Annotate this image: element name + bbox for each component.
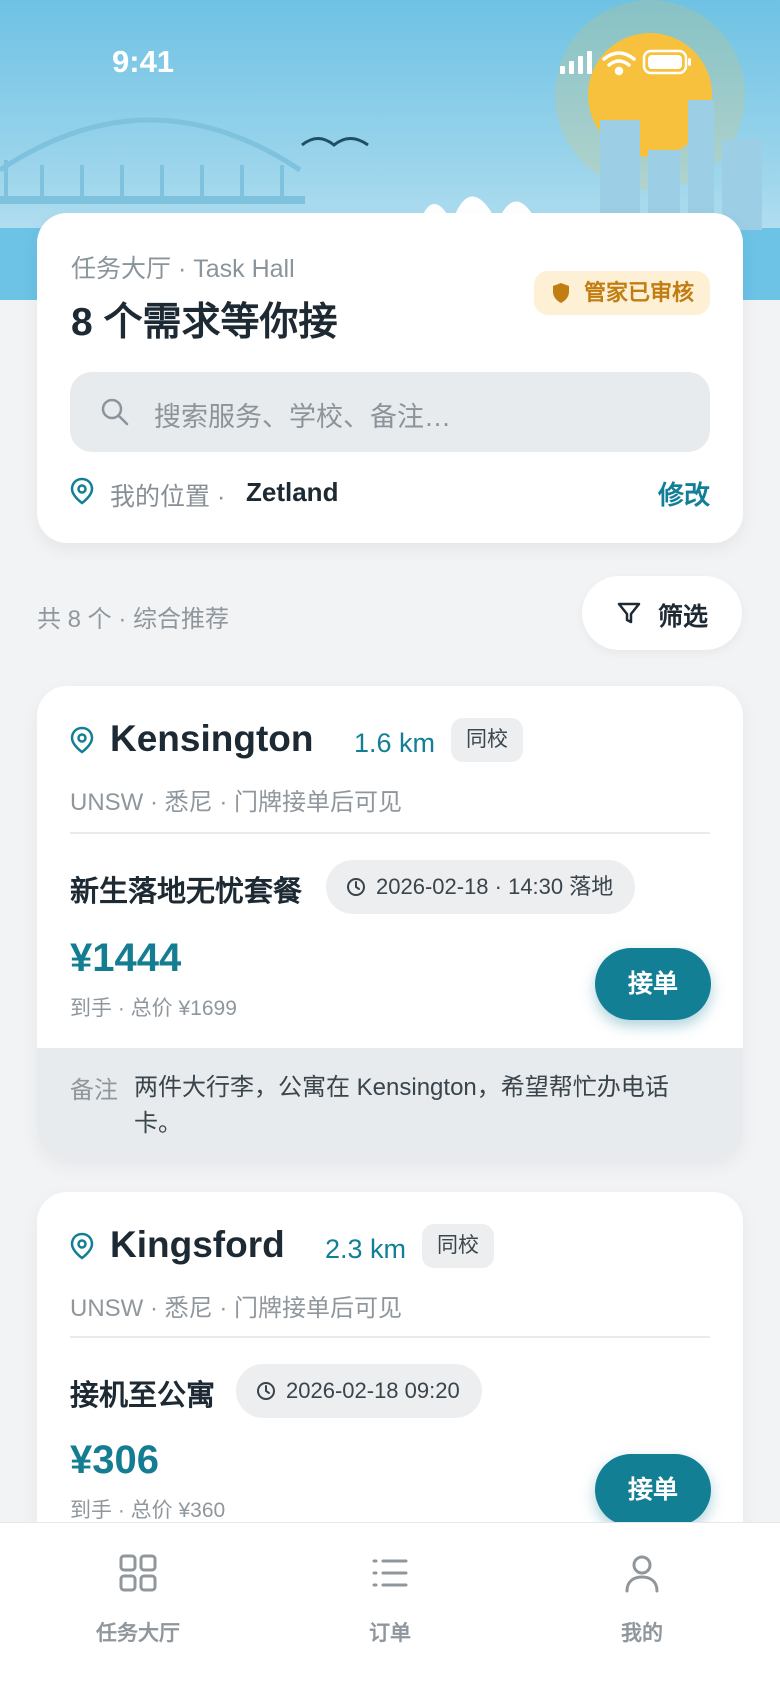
task-service: 新生落地无忧套餐 (70, 876, 303, 908)
task-note-label: 备注 (70, 1077, 118, 1104)
task-meta: UNSW · 悉尼 · 门牌接单后可见 (70, 1295, 402, 1322)
list-icon (372, 1559, 408, 1587)
clock-icon (347, 878, 365, 896)
task-time-pill: 2026-02-18 · 14:30 落地 (326, 860, 636, 914)
same-school-tag: 同校 (422, 1224, 494, 1268)
task-hall-card: 任务大厅 · Task Hall 8 个需求等你接 管家已审核 搜索服务、学校、… (37, 213, 743, 543)
tab-orders[interactable]: 订单 (300, 1523, 480, 1645)
bottom-tab-bar: 任务大厅 订单 我的 (0, 1522, 780, 1696)
signal-icon (560, 51, 592, 74)
tab-task-hall[interactable]: 任务大厅 (48, 1523, 228, 1645)
location-row: 我的位置 · Zetland 修改 (70, 475, 710, 511)
list-summary: 共 8 个 · 综合推荐 (37, 606, 230, 633)
task-price: ¥1444 (70, 936, 182, 980)
accept-button[interactable]: 接单 (595, 948, 711, 1020)
status-time: 9:41 (112, 44, 175, 79)
location-label: 我的位置 · (110, 483, 226, 511)
task-location-row: Kensington 1.6 km 同校 (70, 718, 710, 770)
location-value: Zetland (246, 477, 339, 507)
search-icon (101, 398, 129, 426)
grid-icon (119, 1554, 157, 1592)
divider (70, 1336, 710, 1338)
task-price-note: 到手 · 总价 ¥1699 (70, 997, 237, 1020)
tab-label: 我的 (621, 1622, 663, 1645)
status-bar: 9:41 (0, 0, 780, 120)
edit-location-button[interactable]: 修改 (658, 475, 710, 512)
filter-label: 筛选 (658, 603, 709, 631)
task-time: 2026-02-18 09:20 (286, 1378, 460, 1403)
user-icon (625, 1555, 659, 1593)
page-title: 8 个需求等你接 (71, 301, 338, 344)
filter-button[interactable]: 筛选 (582, 576, 742, 650)
task-time: 2026-02-18 · 14:30 落地 (376, 874, 614, 899)
task-note-text: 两件大行李，公寓在 Kensington，希望帮忙办电话卡。 (134, 1074, 669, 1137)
tab-profile[interactable]: 我的 (552, 1523, 732, 1645)
task-area: Kensington (110, 718, 314, 759)
search-placeholder: 搜索服务、学校、备注… (154, 402, 451, 432)
task-card[interactable]: Kingsford 2.3 km 同校 UNSW · 悉尼 · 门牌接单后可见 … (37, 1192, 743, 1552)
same-school-tag: 同校 (451, 718, 523, 762)
task-location-row: Kingsford 2.3 km 同校 (70, 1224, 710, 1276)
task-price: ¥306 (70, 1438, 159, 1482)
accept-button[interactable]: 接单 (595, 1454, 711, 1526)
task-price-note: 到手 · 总价 ¥360 (70, 1499, 226, 1522)
page-subtitle: 任务大厅 · Task Hall (71, 255, 295, 283)
wifi-icon (602, 51, 636, 76)
task-distance: 2.3 km (325, 1234, 407, 1264)
tab-label: 任务大厅 (96, 1622, 180, 1645)
task-note: 备注 两件大行李，公寓在 Kensington，希望帮忙办电话卡。 (37, 1048, 743, 1160)
search-input[interactable]: 搜索服务、学校、备注… (70, 372, 710, 452)
verified-badge: 管家已审核 (533, 271, 710, 315)
task-service: 接机至公寓 (70, 1380, 216, 1412)
battery-icon (642, 49, 691, 75)
verified-badge-label: 管家已审核 (583, 280, 694, 305)
clock-icon (257, 1382, 275, 1400)
location-pin-icon (70, 726, 94, 754)
task-distance: 1.6 km (354, 728, 436, 758)
filter-icon (617, 602, 641, 624)
location-pin-icon (70, 1232, 94, 1260)
tab-label: 订单 (369, 1622, 411, 1645)
location-pin-icon (70, 477, 94, 505)
divider (70, 832, 710, 834)
status-icons (558, 48, 698, 83)
task-meta: UNSW · 悉尼 · 门牌接单后可见 (70, 789, 402, 816)
shield-icon (552, 283, 569, 303)
task-time-pill: 2026-02-18 09:20 (236, 1364, 482, 1418)
task-card[interactable]: Kensington 1.6 km 同校 UNSW · 悉尼 · 门牌接单后可见… (37, 686, 743, 1160)
task-area: Kingsford (110, 1224, 285, 1265)
